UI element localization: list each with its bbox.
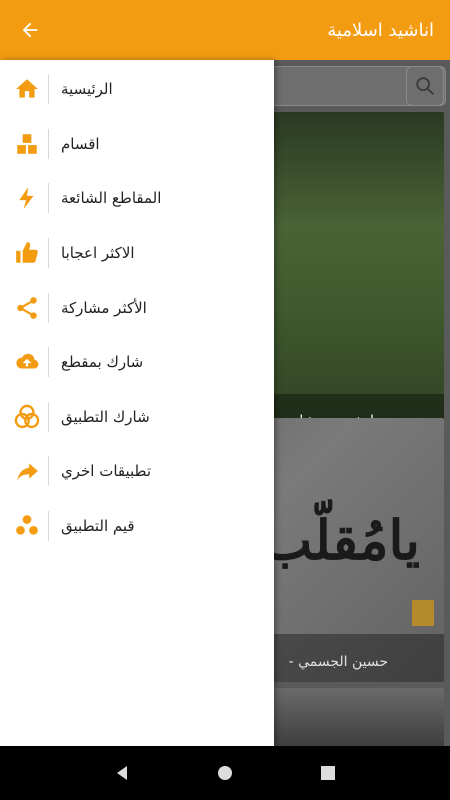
drawer-item-label: قيم التطبيق — [61, 517, 135, 536]
share-icon — [12, 293, 42, 323]
drawer-item-share-clip[interactable]: شارك بمقطع — [0, 335, 274, 390]
search-button[interactable] — [406, 66, 444, 106]
back-button[interactable] — [16, 16, 44, 44]
divider — [48, 292, 49, 323]
app-title: اناشيد اسلامية — [327, 19, 434, 41]
divider — [48, 74, 49, 105]
thumbs-up-icon — [12, 238, 42, 268]
video-caption: حسين الجسمي - — [288, 654, 388, 670]
drawer-item-label: الأكثر مشاركة — [61, 298, 147, 317]
navigation-drawer: الرئيسية اقسام المقاطع الشائعة الاكثر اع… — [0, 60, 274, 746]
drawer-item-label: المقاطع الشائعة — [61, 189, 162, 208]
drawer-item-other-apps[interactable]: تطبيقات اخري — [0, 444, 274, 499]
drawer-item-home[interactable]: الرئيسية — [0, 62, 274, 117]
drawer-item-rate-app[interactable]: قيم التطبيق — [0, 499, 274, 554]
drawer-item-label: الرئيسية — [61, 80, 113, 99]
drawer-item-share-app[interactable]: شارك التطبيق — [0, 390, 274, 445]
rate-icon — [12, 511, 42, 541]
triangle-back-icon — [116, 766, 127, 780]
drawer-item-trending[interactable]: المقاطع الشائعة — [0, 171, 274, 226]
cloud-upload-icon — [12, 347, 42, 377]
forward-icon — [12, 456, 42, 486]
sections-icon — [12, 129, 42, 159]
drawer-item-most-liked[interactable]: الاكثر اعجابا — [0, 226, 274, 281]
drawer-item-most-shared[interactable]: الأكثر مشاركة — [0, 280, 274, 335]
nav-recents-button[interactable] — [308, 753, 348, 793]
nav-back-button[interactable] — [102, 753, 142, 793]
divider — [48, 183, 49, 214]
system-nav-bar — [0, 746, 450, 800]
app-bar: اناشيد اسلامية — [0, 0, 450, 60]
square-recents-icon — [321, 766, 336, 780]
divider — [48, 456, 49, 487]
divider — [48, 401, 49, 432]
home-icon — [12, 74, 42, 104]
drawer-item-sections[interactable]: اقسام — [0, 117, 274, 172]
bolt-icon — [12, 183, 42, 213]
divider — [48, 347, 49, 378]
drawer-item-label: تطبيقات اخري — [61, 462, 152, 481]
drawer-item-label: شارك التطبيق — [61, 407, 150, 426]
search-icon — [416, 77, 434, 95]
drawer-item-label: اقسام — [61, 134, 100, 153]
divider — [48, 511, 49, 542]
nav-home-button[interactable] — [205, 753, 245, 793]
circle-home-icon — [217, 766, 232, 780]
arrow-left-icon — [22, 22, 38, 38]
divider — [48, 238, 49, 269]
divider — [48, 128, 49, 159]
drawer-item-label: شارك بمقطع — [61, 353, 144, 372]
channel-logo — [412, 600, 434, 626]
share-app-icon — [12, 402, 42, 432]
drawer-menu: الرئيسية اقسام المقاطع الشائعة الاكثر اع… — [0, 60, 274, 553]
drawer-item-label: الاكثر اعجابا — [61, 244, 135, 263]
